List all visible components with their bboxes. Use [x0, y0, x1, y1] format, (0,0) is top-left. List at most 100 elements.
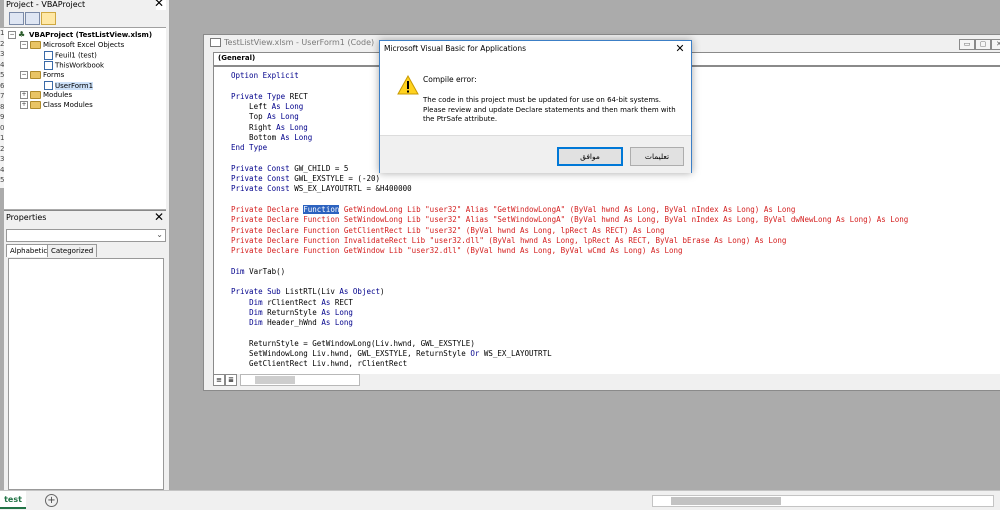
code-line[interactable]: Private Type RECT [231, 92, 308, 102]
horizontal-scrollbar[interactable] [240, 374, 360, 386]
procedure-view-button[interactable]: ≡ [213, 374, 225, 386]
help-button[interactable]: تعليمات [630, 147, 684, 166]
code-token: Top [231, 112, 268, 122]
scrollbar-thumb[interactable] [671, 497, 781, 505]
tree-item-userform1[interactable]: UserForm1 [44, 81, 94, 90]
code-token: Private Declare Function GetWindow Lib "… [231, 246, 683, 256]
pane-splitter[interactable] [166, 0, 170, 490]
add-sheet-button[interactable]: + [45, 494, 58, 507]
ok-button[interactable]: موافق [557, 147, 623, 166]
code-line[interactable]: ReturnStyle = GetWindowLong(Liv.hwnd, GW… [231, 339, 475, 349]
code-line[interactable]: SetWindowLong Liv.hwnd, GWL_EXSTYLE, Ret… [231, 349, 552, 359]
properties-grid[interactable] [8, 258, 164, 490]
code-line[interactable]: Private Declare Function GetWindow Lib "… [231, 246, 683, 256]
code-token: ReturnStyle [267, 307, 322, 317]
restore-button[interactable]: ▢ [975, 39, 991, 50]
code-line[interactable]: Private Declare Function SetWindowLong L… [231, 215, 908, 225]
code-token: Right [231, 122, 277, 132]
code-token: Private Declare [231, 204, 304, 214]
properties-object-dropdown[interactable]: ⌄ [6, 229, 166, 242]
collapse-icon[interactable]: − [20, 41, 28, 49]
code-line[interactable]: Private Declare Function GetClientRect L… [231, 226, 664, 236]
vba-project-icon: ♣ [18, 30, 26, 39]
toggle-folders-button[interactable] [41, 12, 56, 25]
sheet-tab-test[interactable]: test [0, 491, 26, 509]
code-line[interactable]: Right As Long [231, 123, 308, 133]
code-token: ) [380, 287, 385, 297]
code-line[interactable]: Private Declare Function InvalidateRect … [231, 236, 786, 246]
properties-close-button[interactable]: ✕ [152, 211, 166, 223]
dialog-heading: Compile error: [423, 75, 477, 84]
project-explorer: Project - VBAProject ✕ − ♣ VBAProject (Tes… [4, 0, 167, 209]
code-token: Private Declare Function InvalidateRect … [231, 235, 787, 245]
code-line[interactable]: Dim rClientRect As RECT [231, 298, 353, 308]
tree-item-thisworkbook[interactable]: ThisWorkbook [44, 61, 104, 70]
folder-icon [30, 91, 41, 99]
full-module-view-button[interactable]: ≣ [225, 374, 237, 386]
minimize-button[interactable]: ▭ [959, 39, 975, 50]
code-token: GWL_EXSTYLE = (-20) [294, 174, 381, 183]
code-line[interactable]: End Type [231, 143, 267, 153]
project-close-button[interactable]: ✕ [152, 0, 166, 9]
sheet-horizontal-scrollbar[interactable] [652, 495, 994, 507]
expand-icon[interactable]: + [20, 101, 28, 109]
project-window-title: Project - VBAProject [4, 0, 156, 10]
code-line[interactable]: GetClientRect Liv.hwnd, rClientRect [231, 359, 407, 369]
scrollbar-thumb[interactable] [255, 376, 295, 384]
code-line[interactable]: Private Const GW_CHILD = 5 [231, 164, 348, 174]
sheet-tab-bar: test + [0, 490, 1000, 510]
code-window-title: TestListView.xlsm - UserForm1 (Code) [210, 37, 374, 49]
dialog-footer: موافق تعليمات [380, 135, 691, 173]
tab-alphabetic[interactable]: Alphabetic [6, 244, 52, 257]
code-token: Private Declare Function SetWindowLong L… [231, 215, 909, 225]
code-token: Private Const [231, 163, 295, 173]
code-line[interactable]: Left As Long [231, 102, 303, 112]
tree-item-forms[interactable]: − Forms [20, 71, 64, 80]
code-line[interactable]: Top As Long [231, 112, 299, 122]
code-line[interactable]: Bottom As Long [231, 133, 312, 143]
code-token: As Long [267, 112, 299, 122]
folder-icon [30, 101, 41, 109]
code-line[interactable]: Dim ReturnStyle As Long [231, 308, 353, 318]
code-token: SetWindowLong Liv.hwnd, GWL_EXSTYLE, Ret… [231, 349, 471, 359]
code-token: Private Declare Function GetClientRect L… [231, 225, 665, 235]
code-token: rClientRect [267, 297, 322, 307]
tree-item-excel-objects[interactable]: − Microsoft Excel Objects [20, 41, 124, 50]
collapse-icon[interactable]: − [20, 71, 28, 79]
code-line[interactable]: Private Declare Function GetWindowLong L… [231, 204, 795, 215]
folder-icon [30, 41, 41, 49]
view-object-button[interactable] [25, 12, 40, 25]
warning-icon [397, 75, 419, 95]
code-line[interactable]: Option Explicit [231, 71, 299, 81]
code-line[interactable]: Dim VarTab() [231, 267, 285, 277]
code-token: WS_EX_LAYOUTRTL [483, 349, 552, 359]
compile-error-dialog: Microsoft Visual Basic for Applications … [379, 40, 692, 173]
tree-item-class-modules[interactable]: + Class Modules [20, 101, 93, 110]
project-tree: − ♣ VBAProject (TestListView.xlsm) − Micros… [4, 28, 166, 209]
code-line[interactable]: Private Const WS_EX_LAYOUTRTL = &H400000 [231, 184, 412, 194]
code-token: Private Const [231, 174, 295, 183]
code-token: Private Sub [231, 287, 286, 297]
code-token: GetClientRect Liv.hwnd, rClientRect [231, 359, 408, 369]
view-code-button[interactable] [9, 12, 24, 25]
dialog-titlebar: Microsoft Visual Basic for Applications … [380, 41, 691, 57]
code-token: As Long [321, 318, 353, 328]
tab-categorized[interactable]: Categorized [47, 244, 98, 257]
code-line[interactable]: Private Const GWL_EXSTYLE = (-20) [231, 174, 380, 184]
code-token: As Long [271, 101, 304, 111]
code-line[interactable]: Dim Header_hWnd As Long [231, 318, 353, 328]
tree-item-feuil1[interactable]: Feuil1 (test) [44, 51, 97, 60]
userform-icon [44, 81, 53, 90]
code-line[interactable]: Private Sub ListRTL(Liv As Object) [231, 287, 385, 297]
collapse-icon[interactable]: − [8, 31, 16, 39]
tree-item-vbaproject[interactable]: − ♣ VBAProject (TestListView.xlsm) [8, 31, 152, 40]
code-token: Left [231, 101, 272, 111]
close-button[interactable]: ✕ [991, 39, 1000, 50]
code-token: As Long [276, 122, 308, 132]
tree-item-modules[interactable]: + Modules [20, 91, 72, 100]
dialog-body: Compile error: The code in this project … [380, 57, 691, 135]
dialog-close-button[interactable]: ✕ [670, 41, 690, 57]
expand-icon[interactable]: + [20, 91, 28, 99]
code-token: Dim [249, 318, 268, 328]
